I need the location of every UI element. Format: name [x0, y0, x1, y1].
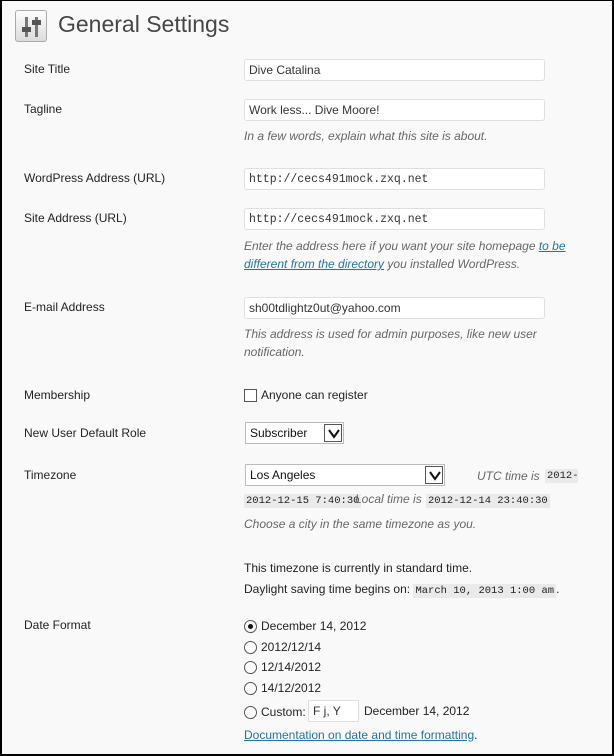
dst-line: Daylight saving time begins on: March 10…	[244, 582, 560, 598]
timezone-label: Timezone	[24, 468, 77, 482]
utc-time-start: 2012-12-15 7:40:30	[545, 469, 578, 483]
doc-period: .	[474, 728, 478, 742]
timezone-selected: Los Angeles	[250, 468, 316, 482]
email-label: E-mail Address	[24, 300, 105, 314]
site-address-input[interactable]	[244, 208, 545, 230]
dst-period: .	[556, 582, 560, 596]
date-format-custom-label: Custom:	[261, 705, 306, 719]
date-format-option-2: 2012/12/14	[261, 640, 322, 654]
date-format-option-4: 14/12/2012	[261, 681, 322, 695]
date-format-radio-2[interactable]	[244, 641, 257, 654]
utc-time-label: UTC time is	[477, 469, 540, 483]
settings-sliders-icon	[15, 10, 47, 42]
site-title-label: Site Title	[24, 62, 71, 76]
standard-time-note: This timezone is currently in standard t…	[244, 561, 473, 575]
date-format-radio-3[interactable]	[244, 661, 257, 674]
wp-address-input[interactable]	[244, 168, 545, 190]
page-title: General Settings	[58, 11, 230, 37]
anyone-can-register-label: Anyone can register	[261, 388, 368, 402]
default-role-label: New User Default Role	[24, 426, 147, 440]
default-role-select[interactable]: Subscriber	[245, 422, 344, 444]
dst-label: Daylight saving time begins on:	[244, 582, 411, 596]
date-format-label: Date Format	[24, 618, 91, 632]
chevron-down-icon	[425, 466, 443, 484]
default-role-selected: Subscriber	[250, 426, 308, 440]
date-format-option-3: 12/14/2012	[261, 660, 322, 674]
date-format-radio-1[interactable]	[244, 620, 257, 633]
chevron-down-icon	[324, 424, 342, 442]
wp-address-label: WordPress Address (URL)	[24, 171, 166, 185]
utc-time-value-wrap: 2012-12-15 7:40:30	[244, 492, 362, 508]
dst-date: March 10, 2013 1:00 am	[413, 584, 557, 598]
site-address-desc-tail: you installed WordPress.	[384, 257, 521, 271]
custom-date-format-input[interactable]	[308, 700, 359, 722]
date-format-option-1: December 14, 2012	[261, 619, 367, 633]
local-time-label: Local time is	[355, 492, 422, 506]
date-doc-line: Documentation on date and time formattin…	[244, 728, 477, 742]
tagline-input[interactable]	[244, 99, 545, 121]
date-format-radio-custom[interactable]	[244, 706, 257, 719]
utc-time-value: 2012-12-15 7:40:30	[244, 494, 362, 508]
tagline-label: Tagline	[24, 102, 63, 116]
email-input[interactable]	[244, 297, 545, 319]
local-time-value: 2012-12-14 23:40:30	[426, 494, 550, 508]
tagline-description: In a few words, explain what this site i…	[244, 129, 488, 143]
date-time-doc-link[interactable]: Documentation on date and time formattin…	[244, 728, 474, 742]
site-address-label: Site Address (URL)	[24, 211, 127, 225]
timezone-description: Choose a city in the same timezone as yo…	[244, 517, 477, 531]
site-address-description: Enter the address here if you want your …	[244, 237, 574, 273]
date-format-radio-4[interactable]	[244, 682, 257, 695]
membership-label: Membership	[24, 388, 91, 402]
email-description: This address is used for admin purposes,…	[244, 327, 537, 359]
site-address-desc-text: Enter the address here if you want your …	[244, 239, 539, 253]
custom-date-preview: December 14, 2012	[364, 704, 470, 718]
local-time-wrap: 2012-12-14 23:40:30	[426, 492, 550, 508]
timezone-select[interactable]: Los Angeles	[245, 464, 445, 486]
anyone-can-register-checkbox[interactable]	[244, 389, 257, 402]
site-title-input[interactable]	[244, 59, 545, 81]
